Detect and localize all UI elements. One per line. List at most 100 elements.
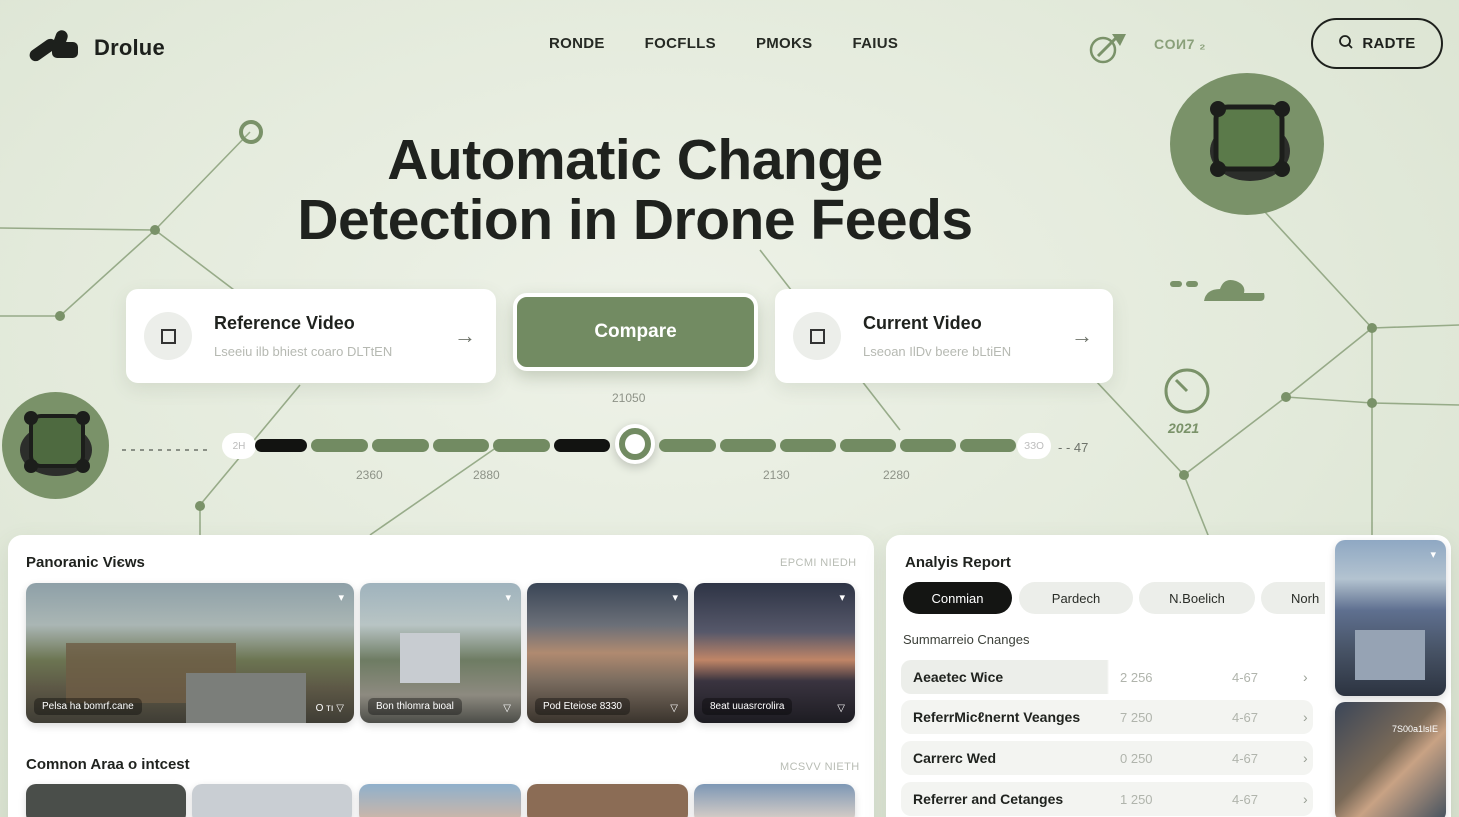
- checkbox-icon: [793, 312, 841, 360]
- timeline-segment[interactable]: [255, 439, 307, 452]
- thumbnail-meta: ▽: [670, 703, 678, 714]
- timeline-segment[interactable]: [720, 439, 776, 452]
- satellite-icon[interactable]: [1086, 30, 1128, 71]
- reference-video-subtitle: Lseeiu ilb bhiest coaro DLTtEN: [214, 344, 393, 359]
- timeline-segment[interactable]: [960, 439, 1016, 452]
- change-row-value: 2 256: [1120, 669, 1153, 685]
- timeline-tick: 2360: [356, 468, 383, 482]
- brand-name: Drolue: [94, 34, 165, 60]
- arrow-right-icon: →: [454, 323, 476, 348]
- thumbnail-meta: ▽: [837, 703, 845, 714]
- area-thumbnail[interactable]: [26, 784, 186, 817]
- play-icon: ▾: [1430, 549, 1436, 561]
- play-icon: ▾: [672, 592, 678, 604]
- brand-logo[interactable]: Drolue: [26, 22, 165, 73]
- panoramic-thumbnail[interactable]: ▾ 8eat uuasrcrolira ▽: [694, 583, 855, 723]
- reference-video-title: Reference Video: [214, 313, 355, 333]
- chevron-right-icon: ›: [1303, 750, 1308, 766]
- current-video-card[interactable]: Current Video Lseoan IlDv beere bLtiEN →: [775, 289, 1113, 383]
- reference-video-card[interactable]: Reference Video Lseeiu ilb bhiest coaro …: [126, 289, 496, 383]
- nav-item-2[interactable]: FOCFLLS: [645, 35, 716, 52]
- change-row-value: 4-67: [1232, 750, 1259, 766]
- analysis-report-title: Analyis Report: [905, 554, 1011, 571]
- tab-summary[interactable]: Conmian: [903, 582, 1012, 614]
- timeline-start-cap[interactable]: 2H: [222, 433, 256, 459]
- header-cta-button[interactable]: RADTE: [1311, 18, 1443, 69]
- drone-image-left: [2, 392, 109, 499]
- timeline-segment[interactable]: [372, 439, 429, 452]
- change-row[interactable]: Aeaetec Wice 2 256 4-67 ›: [901, 660, 1313, 694]
- header-cta-label: RADTE: [1362, 35, 1416, 52]
- side-thumbnail[interactable]: ▾: [1335, 540, 1446, 696]
- clock-icon: [1162, 366, 1212, 421]
- title-line-2: Detection in Drone Feeds: [297, 188, 973, 252]
- panoramic-thumbnail[interactable]: ▾ Bon thlomra bιoal ▽: [360, 583, 521, 723]
- timeline-segment[interactable]: [493, 439, 550, 452]
- common-area-title: Comnon Araa o intcest: [26, 756, 190, 773]
- page-title: Automatic Change Detection in Drone Feed…: [160, 130, 1110, 250]
- change-row-value: 1 250: [1120, 791, 1153, 807]
- thumbnail-caption: Bon thlomra bιoal: [368, 698, 462, 715]
- timeline-segment[interactable]: [311, 439, 368, 452]
- arrow-right-icon: →: [1071, 323, 1093, 348]
- timeline-segment[interactable]: [433, 439, 489, 452]
- thumbnail-caption: Pelsa ha bomrf.cane: [34, 698, 142, 715]
- change-row[interactable]: Referrer and Cetanges 1 250 4-67 ›: [901, 782, 1313, 816]
- change-row[interactable]: Carrerc Wed 0 250 4-67 ›: [901, 741, 1313, 775]
- compare-button[interactable]: Compare: [513, 293, 758, 371]
- timeline-end-text: - - 47: [1058, 440, 1089, 455]
- change-row-value: 7 250: [1120, 709, 1153, 725]
- area-thumbnail[interactable]: [192, 784, 352, 817]
- timeline-segment[interactable]: [554, 439, 610, 452]
- drone-logo-icon: [26, 22, 80, 73]
- timeline-segment[interactable]: [780, 439, 836, 452]
- area-thumbnail[interactable]: [694, 784, 855, 817]
- panoramic-thumbnail[interactable]: ▾ Pod Eteiose 8330 ▽: [527, 583, 688, 723]
- timeline-tick: 2880: [473, 468, 500, 482]
- timeline-end-cap[interactable]: ЗЗО: [1017, 433, 1051, 459]
- year-label: 2021: [1168, 420, 1200, 436]
- change-row-label: ReferrMicℓnernt Veanges: [913, 709, 1081, 725]
- nav-item-3[interactable]: PMOKS: [756, 35, 813, 52]
- drone-icon: [13, 400, 99, 491]
- area-thumbnail[interactable]: [359, 784, 521, 817]
- timeline-top-label: 21050: [612, 391, 646, 405]
- timeline-scrubber-handle[interactable]: [615, 424, 655, 464]
- common-area-link[interactable]: MCSVV NIETH: [780, 761, 860, 773]
- thumbnail-meta: ▽: [503, 703, 511, 714]
- checkbox-icon: [144, 312, 192, 360]
- thumbnail-caption: Pod Eteiose 8330: [535, 698, 630, 715]
- cloud-icon: [1170, 275, 1266, 310]
- change-row-label: Aeaetec Wice: [913, 669, 1004, 685]
- change-row-value: 4-67: [1232, 709, 1259, 725]
- chevron-right-icon: ›: [1303, 791, 1308, 807]
- search-icon: [1338, 34, 1354, 54]
- header-status-text: COИ7 ₂: [1154, 36, 1206, 52]
- side-thumbnail[interactable]: 7S00a1lsIE: [1335, 702, 1446, 817]
- current-video-subtitle: Lseoan IlDv beere bLtiEN: [863, 344, 1012, 359]
- timeline-tick: 2130: [763, 468, 790, 482]
- play-icon: ▾: [839, 592, 845, 604]
- panoramic-views-link[interactable]: EPCMI NIEDH: [780, 557, 857, 569]
- nav-item-4[interactable]: FAIUS: [852, 35, 898, 52]
- title-line-1: Automatic Change: [387, 128, 883, 192]
- change-row-label: Referrer and Cetanges: [913, 791, 1064, 807]
- change-row-value: 4-67: [1232, 791, 1259, 807]
- chevron-right-icon: ›: [1303, 669, 1308, 685]
- main-nav: RONDE FOCFLLS PMOKS FAIUS: [549, 35, 898, 52]
- thumbnail-caption: 8eat uuasrcrolira: [702, 698, 793, 715]
- panoramic-thumbnail[interactable]: ▾ Pelsa ha bomrf.cane O тı ▽: [26, 583, 354, 723]
- panoramic-views-title: Panoranic Viєws: [26, 554, 145, 571]
- timeline-segment[interactable]: [900, 439, 956, 452]
- tab-fourth[interactable]: Norh: [1261, 582, 1325, 614]
- timeline-segment[interactable]: [659, 439, 716, 452]
- change-row[interactable]: ReferrMicℓnernt Veanges 7 250 4-67 ›: [901, 700, 1313, 734]
- drone-icon: [1192, 87, 1302, 202]
- change-row-label: Carrerc Wed: [913, 750, 997, 766]
- thumbnail-meta: O тı ▽: [315, 703, 344, 714]
- tab-third[interactable]: N.Boelich: [1139, 582, 1255, 614]
- nav-item-1[interactable]: RONDE: [549, 35, 605, 52]
- tab-second[interactable]: Pardech: [1019, 582, 1133, 614]
- timeline-segment[interactable]: [840, 439, 896, 452]
- area-thumbnail[interactable]: [527, 784, 688, 817]
